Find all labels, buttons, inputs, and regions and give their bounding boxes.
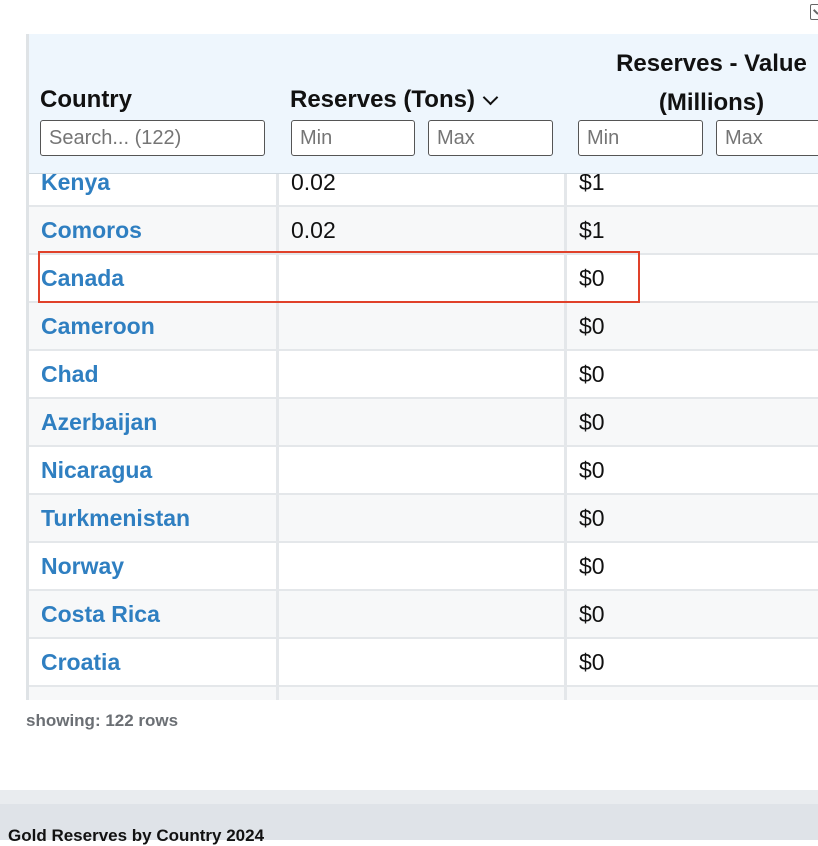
value-cell: $0 [579, 409, 605, 435]
country-link[interactable]: Turkmenistan [41, 495, 190, 541]
column-divider [564, 351, 567, 397]
country-link[interactable]: Nicaragua [41, 447, 152, 493]
column-divider [276, 303, 279, 349]
country-link[interactable]: Canada [41, 255, 124, 301]
table-row: Canada $0 [29, 255, 818, 304]
table-row: Costa Rica $0 [29, 591, 818, 640]
value-cell: $0 [579, 265, 605, 291]
table-row: Cameroon $0 [29, 303, 818, 352]
column-divider [276, 495, 279, 541]
table-row: Nicaragua $0 [29, 447, 818, 496]
country-link[interactable]: Norway [41, 543, 124, 589]
column-divider [276, 639, 279, 685]
table-row: Croatia $0 [29, 639, 818, 688]
column-divider [276, 399, 279, 445]
value-cell: $0 [579, 553, 605, 579]
value-max-input[interactable] [716, 120, 818, 156]
column-divider [276, 255, 279, 301]
column-divider [564, 543, 567, 589]
page-footer-title: Gold Reserves by Country 2024 [8, 826, 265, 845]
export-icon[interactable] [810, 4, 818, 20]
value-cell: $0 [579, 361, 605, 387]
column-divider [564, 495, 567, 541]
value-cell: $0 [579, 457, 605, 483]
column-header-tons-label: Reserves (Tons) [290, 86, 475, 113]
table-row: Norway $0 [29, 543, 818, 592]
country-search-input[interactable] [40, 120, 265, 156]
column-header-tons[interactable]: Reserves (Tons) [290, 86, 499, 114]
column-divider [276, 591, 279, 637]
country-link[interactable]: Comoros [41, 207, 142, 253]
tons-max-input[interactable] [428, 120, 553, 156]
country-link[interactable]: Azerbaijan [41, 399, 157, 445]
chevron-down-icon[interactable] [482, 89, 499, 105]
country-link[interactable]: Chad [41, 351, 99, 397]
tons-min-input[interactable] [291, 120, 415, 156]
column-divider [564, 447, 567, 493]
table-row: Azerbaijan $0 [29, 399, 818, 448]
value-cell: $0 [579, 601, 605, 627]
column-divider [276, 687, 279, 700]
column-divider [564, 303, 567, 349]
column-divider [276, 207, 279, 253]
column-divider [564, 639, 567, 685]
data-table: Kenya 0.02 $1 Comoros 0.02 $1 Canada $0 Cameroon… [26, 34, 818, 700]
table-row: Chad $0 [29, 351, 818, 400]
column-header-value-line1: Reserves - Value [616, 50, 807, 77]
table-row: Comoros 0.02 $1 [29, 207, 818, 256]
column-divider [564, 255, 567, 301]
table-row: Turkmenistan $0 [29, 495, 818, 544]
column-divider [276, 447, 279, 493]
value-cell: $0 [579, 313, 605, 339]
value-min-input[interactable] [578, 120, 703, 156]
column-header-value-line2: (Millions) [658, 89, 765, 116]
column-header-value[interactable]: Reserves - Value (Millions) [604, 44, 818, 122]
column-divider [564, 687, 567, 700]
column-divider [276, 543, 279, 589]
country-link[interactable]: Croatia [41, 639, 120, 685]
value-cell: $0 [579, 649, 605, 675]
column-header-country[interactable]: Country [40, 86, 132, 114]
table-header: Country Reserves (Tons) Reserves - Value… [29, 34, 818, 174]
country-link[interactable]: Cameroon [41, 303, 155, 349]
column-divider [564, 207, 567, 253]
country-link[interactable]: Costa Rica [41, 591, 160, 637]
tons-cell: 0.02 [291, 217, 336, 243]
row-count-status: showing: 122 rows [26, 711, 179, 730]
column-divider [564, 399, 567, 445]
table-row-partial [29, 687, 818, 700]
value-cell: $1 [579, 217, 605, 243]
column-divider [276, 351, 279, 397]
column-divider [564, 591, 567, 637]
value-cell: $0 [579, 505, 605, 531]
